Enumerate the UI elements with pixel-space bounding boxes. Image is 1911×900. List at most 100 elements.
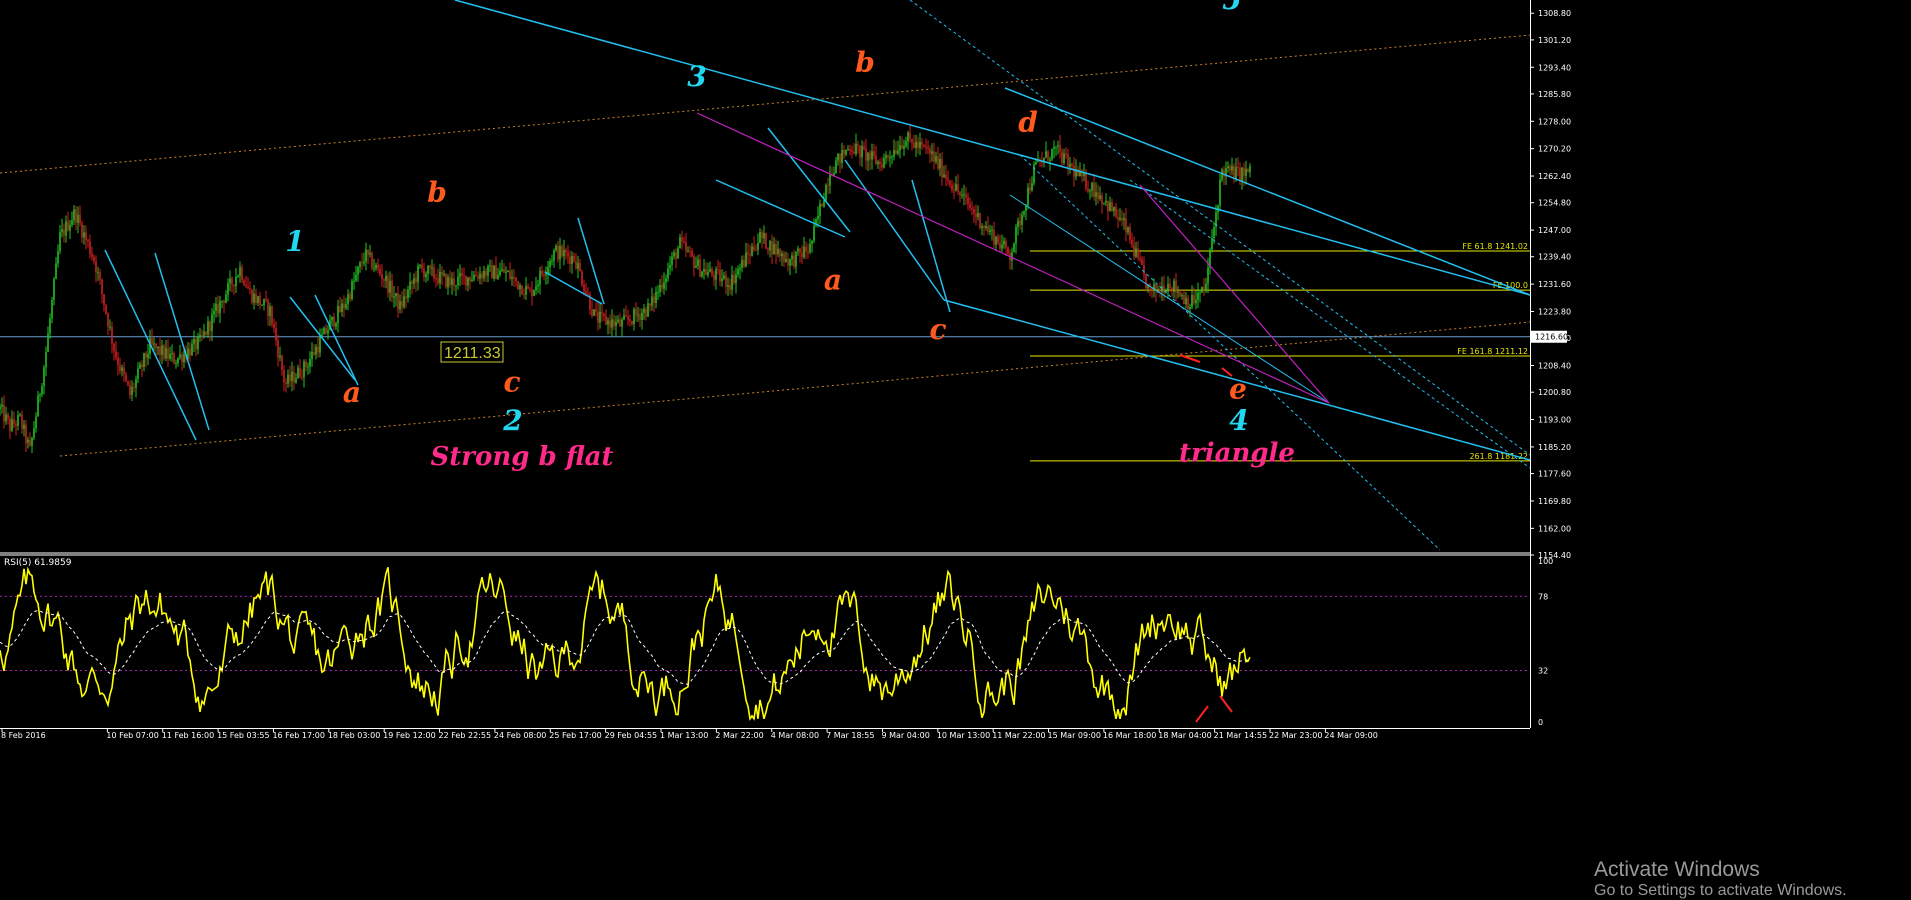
candle-body <box>1003 240 1005 245</box>
candle-body <box>671 256 673 265</box>
candle-body <box>555 245 557 251</box>
candle-body <box>1047 151 1049 161</box>
candle-body <box>695 265 697 268</box>
candle-body <box>443 273 445 275</box>
candle-body <box>639 314 641 321</box>
candle-body <box>649 303 651 306</box>
candle-body <box>485 270 487 276</box>
candle-body <box>753 246 755 250</box>
price-tick-label: 1223.80 <box>1538 307 1571 316</box>
candle-body <box>1189 306 1191 310</box>
candle-body <box>153 343 155 345</box>
candle-body <box>7 414 9 419</box>
candle-body <box>423 268 425 278</box>
candle-body <box>239 267 241 276</box>
candle-body <box>495 265 497 280</box>
candle-body <box>1011 252 1013 261</box>
candle-body <box>633 309 635 324</box>
candle-body <box>197 336 199 350</box>
candle-body <box>1029 187 1031 191</box>
candle-body <box>581 271 583 286</box>
candle-body <box>261 304 263 306</box>
candle-body <box>61 229 63 233</box>
price-chart-canvas[interactable]: FE 61.8 1241.02FE 100.0FE 161.8 1211.122… <box>0 0 1911 898</box>
candle-body <box>361 262 363 264</box>
candle-body <box>95 261 97 273</box>
candle-body <box>385 275 387 281</box>
candle-body <box>1205 283 1207 291</box>
candle-body <box>745 252 747 267</box>
candle-body <box>713 274 715 280</box>
candle-body <box>629 319 631 322</box>
candle-body <box>189 348 191 356</box>
candle-body <box>755 249 757 251</box>
candle-body <box>869 152 871 160</box>
pattern-annotation: Strong b flat <box>431 442 614 472</box>
candle-body <box>591 309 593 316</box>
candle-body <box>155 343 157 349</box>
candle-body <box>585 291 587 294</box>
candle-body <box>881 164 883 168</box>
candle-body <box>171 353 173 355</box>
candle-body <box>27 439 29 443</box>
candle-body <box>463 275 465 277</box>
candle-body <box>289 374 291 382</box>
candle-body <box>1193 295 1195 304</box>
candle-body <box>1071 163 1073 166</box>
candle-body <box>251 290 253 303</box>
candle-body <box>1241 167 1243 182</box>
candle-body <box>609 320 611 328</box>
time-tick-label: 11 Mar 22:00 <box>992 731 1045 740</box>
candle-body <box>241 267 243 281</box>
candle-body <box>405 296 407 299</box>
candle-body <box>721 278 723 282</box>
candle-body <box>231 278 233 285</box>
candle-body <box>507 271 509 273</box>
candle-body <box>921 142 923 145</box>
candle-body <box>523 294 525 296</box>
candle-body <box>787 258 789 266</box>
candle-body <box>139 364 141 369</box>
candle-body <box>1097 192 1099 199</box>
candle-body <box>1103 202 1105 204</box>
candle-body <box>995 236 997 245</box>
wave-label: e <box>1229 373 1247 406</box>
candle-body <box>839 153 841 164</box>
price-tick-label: 1231.60 <box>1538 280 1571 289</box>
rsi-tick-label: 0 <box>1538 718 1543 727</box>
candle-body <box>71 220 73 225</box>
candle-body <box>119 365 121 371</box>
candle-body <box>773 243 775 255</box>
candle-body <box>459 273 461 277</box>
candle-body <box>553 250 555 261</box>
candle-body <box>223 300 225 303</box>
candle-body <box>123 367 125 375</box>
price-tick-label: 1308.80 <box>1538 9 1571 18</box>
candle-body <box>769 241 771 251</box>
time-tick-label: 24 Feb 08:00 <box>494 731 546 740</box>
candle-body <box>891 156 893 158</box>
candle-body <box>1021 214 1023 225</box>
candle-body <box>237 275 239 278</box>
candle-body <box>467 277 469 286</box>
candle-body <box>87 239 89 242</box>
rsi-tick-label: 100 <box>1538 557 1553 566</box>
candle-body <box>177 357 179 364</box>
candle-body <box>117 357 119 366</box>
candle-body <box>317 346 319 353</box>
candle-body <box>509 271 511 279</box>
candle-body <box>193 338 195 344</box>
candle-body <box>887 155 889 158</box>
candle-body <box>391 280 393 298</box>
candle-body <box>1181 295 1183 297</box>
candle-body <box>567 252 569 257</box>
candle-body <box>1167 283 1169 293</box>
time-tick-label: 9 Mar 04:00 <box>881 731 929 740</box>
candle-body <box>1005 240 1007 248</box>
candle-body <box>1179 291 1181 297</box>
candle-body <box>309 358 311 367</box>
candle-body <box>573 255 575 262</box>
candle-body <box>413 278 415 284</box>
candle-body <box>703 269 705 272</box>
candle-body <box>749 254 751 256</box>
